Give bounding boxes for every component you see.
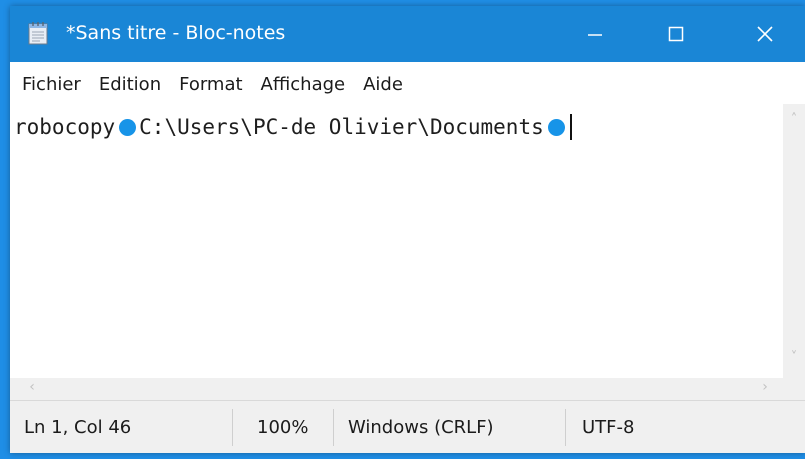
menu-format[interactable]: Format bbox=[173, 74, 248, 95]
zoom-level: 100% bbox=[257, 417, 309, 438]
menu-affichage[interactable]: Affichage bbox=[255, 74, 352, 95]
scroll-right-icon[interactable]: › bbox=[755, 379, 775, 399]
space-marker bbox=[547, 118, 565, 136]
notepad-window: *Sans titre - Bloc-notes Fichier Edition… bbox=[10, 6, 805, 453]
scrollbar-corner bbox=[783, 378, 805, 400]
scroll-up-icon[interactable]: ˄ bbox=[783, 112, 805, 132]
title-bar[interactable]: *Sans titre - Bloc-notes bbox=[10, 6, 805, 62]
menu-bar: Fichier Edition Format Affichage Aide bbox=[10, 64, 805, 104]
close-icon bbox=[757, 26, 773, 42]
status-divider bbox=[232, 409, 233, 446]
notepad-app-icon bbox=[26, 20, 52, 46]
window-title: *Sans titre - Bloc-notes bbox=[66, 22, 286, 44]
command-text: robocopy bbox=[14, 115, 116, 139]
horizontal-scrollbar[interactable]: ‹ › bbox=[10, 378, 783, 400]
minimize-button[interactable] bbox=[555, 6, 635, 62]
menu-fichier[interactable]: Fichier bbox=[16, 74, 87, 95]
text-caret bbox=[569, 114, 572, 140]
scroll-down-icon[interactable]: ˅ bbox=[783, 350, 805, 370]
maximize-icon bbox=[668, 26, 684, 42]
path-text: C:\Users\PC-de Olivier\Documents bbox=[139, 115, 544, 139]
status-bar: Ln 1, Col 46 100% Windows (CRLF) UTF-8 bbox=[10, 400, 805, 453]
encoding: UTF-8 bbox=[582, 417, 635, 438]
vertical-scrollbar[interactable]: ˄ ˅ bbox=[783, 104, 805, 378]
status-divider bbox=[333, 409, 334, 446]
minimize-icon bbox=[588, 34, 602, 36]
line-ending: Windows (CRLF) bbox=[348, 417, 494, 438]
editor-line: robocopy C:\Users\PC-de Olivier\Document… bbox=[14, 114, 572, 140]
cursor-position: Ln 1, Col 46 bbox=[24, 417, 132, 438]
text-editor[interactable]: robocopy C:\Users\PC-de Olivier\Document… bbox=[10, 104, 783, 378]
scroll-left-icon[interactable]: ‹ bbox=[22, 379, 42, 399]
space-marker bbox=[119, 118, 137, 136]
maximize-button[interactable] bbox=[636, 6, 716, 62]
close-button[interactable] bbox=[725, 6, 805, 62]
menu-aide[interactable]: Aide bbox=[357, 74, 409, 95]
menu-edition[interactable]: Edition bbox=[93, 74, 167, 95]
status-divider bbox=[565, 409, 566, 446]
